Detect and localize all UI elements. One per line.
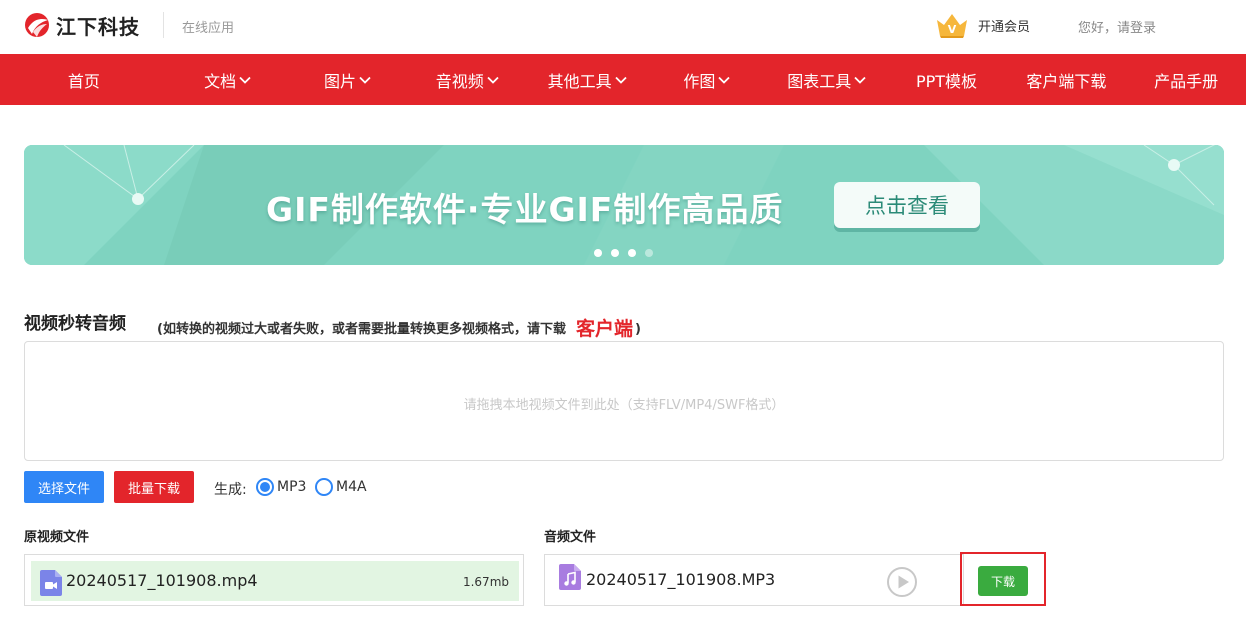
nav-item-2[interactable]: 图片 xyxy=(288,54,408,105)
nav-item-label: 图片 xyxy=(323,71,356,91)
batch-download-button[interactable]: 批量下载 xyxy=(114,471,194,503)
site-logo[interactable]: 江下科技 xyxy=(24,10,140,40)
nav-item-1[interactable]: 文档 xyxy=(168,54,288,105)
nav-item-7[interactable]: PPT模板 xyxy=(887,54,1007,105)
logo-icon xyxy=(25,13,49,37)
chevron-down-icon xyxy=(239,76,251,84)
main-nav: 首页 文档 图片 音视频 其他工具 作图 图表工具 PPT模板 客户端下载 产品手册 xyxy=(0,54,1246,105)
logo-text: 江下科技 xyxy=(56,14,140,39)
format-label-mp3: MP3 xyxy=(277,479,307,495)
client-download-link[interactable]: 客户端 xyxy=(576,318,633,340)
format-radio-mp3[interactable]: MP3 xyxy=(256,478,306,496)
output-file-box: 20240517_101908.MP3 xyxy=(544,554,964,606)
banner-dot[interactable] xyxy=(594,249,602,257)
banner-view-button[interactable]: 点击查看 xyxy=(834,182,980,228)
radio-selected-icon xyxy=(256,478,274,496)
header-divider xyxy=(163,12,164,38)
source-filesize: 1.67mb xyxy=(462,575,509,589)
nav-item-label: PPT模板 xyxy=(915,71,978,91)
tool-title: 视频秒转音频 xyxy=(24,314,126,334)
chevron-down-icon xyxy=(614,76,627,84)
tool-note-prefix: (如转换的视频过大或者失败，或者需要批量转换更多视频格式，请下载 xyxy=(157,322,566,337)
chevron-down-icon xyxy=(718,76,731,84)
nav-item-3[interactable]: 音视频 xyxy=(407,54,527,105)
banner-dot[interactable] xyxy=(611,249,619,257)
banner-pagination xyxy=(594,249,662,257)
tool-note: (如转换的视频过大或者失败，或者需要批量转换更多视频格式，请下载 客户端) xyxy=(157,312,641,340)
login-link[interactable]: 您好，请登录 xyxy=(1078,17,1156,36)
format-radio-m4a[interactable]: M4A xyxy=(315,478,367,496)
dropzone-hint: 请拖拽本地视频文件到此处（支持FLV/MP4/SWF格式） xyxy=(463,398,785,413)
tool-note-suffix: ) xyxy=(634,322,641,337)
nav-item-label: 其他工具 xyxy=(547,71,612,91)
svg-text:V: V xyxy=(948,23,957,36)
banner-title: GIF制作软件·专业GIF制作高品质 xyxy=(266,190,784,229)
select-file-button[interactable]: 选择文件 xyxy=(24,471,104,503)
generate-label: 生成: xyxy=(214,482,247,498)
nav-item-5[interactable]: 作图 xyxy=(647,54,767,105)
chevron-down-icon xyxy=(487,76,499,84)
nav-item-label: 首页 xyxy=(67,71,100,91)
nav-item-4[interactable]: 其他工具 xyxy=(527,54,647,105)
output-filename: 20240517_101908.MP3 xyxy=(586,570,776,589)
nav-item-label: 客户端下载 xyxy=(1026,71,1107,91)
header-subtitle: 在线应用 xyxy=(182,21,235,36)
play-icon[interactable] xyxy=(886,566,918,598)
nav-item-0[interactable]: 首页 xyxy=(0,54,168,105)
audio-file-icon xyxy=(559,564,581,590)
nav-item-8[interactable]: 客户端下载 xyxy=(1006,54,1126,105)
nav-item-label: 作图 xyxy=(683,71,716,91)
video-dropzone[interactable]: 请拖拽本地视频文件到此处（支持FLV/MP4/SWF格式） xyxy=(24,341,1224,461)
nav-item-6[interactable]: 图表工具 xyxy=(767,54,887,105)
nav-item-9[interactable]: 产品手册 xyxy=(1126,54,1246,105)
vip-link[interactable]: V 开通会员 xyxy=(934,11,1030,39)
nav-item-label: 图表工具 xyxy=(787,71,852,91)
download-audio-button[interactable]: 下载 xyxy=(978,566,1028,596)
nav-item-label: 文档 xyxy=(204,71,237,91)
top-header: 江下科技 在线应用 V 开通会员 您好，请登录 xyxy=(0,0,1246,54)
source-file-box: 20240517_101908.mp4 1.67mb xyxy=(24,554,524,606)
output-column-label: 音频文件 xyxy=(544,530,597,545)
promo-banner[interactable]: GIF制作软件·专业GIF制作高品质 点击查看 xyxy=(24,145,1224,265)
crown-icon: V xyxy=(937,14,967,38)
source-filename: 20240517_101908.mp4 xyxy=(66,571,258,590)
banner-dot[interactable] xyxy=(645,249,653,257)
source-file-row[interactable]: 20240517_101908.mp4 1.67mb xyxy=(31,561,519,601)
source-column-label: 原视频文件 xyxy=(24,530,90,545)
format-label-m4a: M4A xyxy=(336,479,367,495)
banner-dot[interactable] xyxy=(628,249,636,257)
vip-label: 开通会员 xyxy=(978,19,1031,35)
chevron-down-icon xyxy=(359,76,371,84)
nav-item-label: 音视频 xyxy=(435,71,484,91)
video-file-icon xyxy=(40,570,62,596)
nav-item-label: 产品手册 xyxy=(1154,71,1219,91)
chevron-down-icon xyxy=(854,76,866,84)
radio-unselected-icon xyxy=(315,478,333,496)
